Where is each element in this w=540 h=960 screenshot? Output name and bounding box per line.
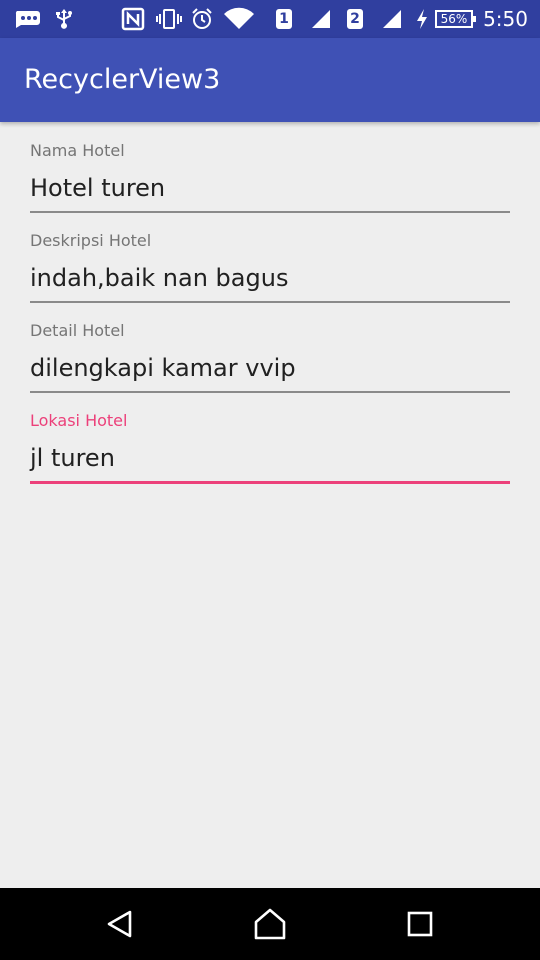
nama-hotel-field[interactable]: Nama Hotel Hotel turen	[30, 122, 510, 213]
status-time: 5:50	[483, 7, 528, 31]
wifi-icon	[222, 7, 256, 31]
lokasi-hotel-input[interactable]: jl turen	[30, 444, 510, 472]
home-icon[interactable]	[252, 906, 288, 942]
charging-bolt-icon	[414, 7, 430, 31]
deskripsi-hotel-label: Deskripsi Hotel	[30, 231, 152, 250]
sim2-label: 2	[347, 9, 363, 29]
detail-hotel-field[interactable]: Detail Hotel dilengkapi kamar vvip	[30, 302, 510, 393]
signal2-icon	[380, 7, 404, 31]
hotel-form: Nama Hotel Hotel turen Deskripsi Hotel i…	[30, 122, 510, 484]
battery-level: 56%	[435, 10, 476, 28]
recents-icon[interactable]	[402, 906, 438, 942]
sim1-label: 1	[276, 9, 292, 29]
deskripsi-hotel-input[interactable]: indah,baik nan bagus	[30, 264, 510, 292]
status-bar: 1 2 56% 5:50	[0, 0, 540, 38]
lokasi-hotel-field[interactable]: Lokasi Hotel jl turen	[30, 392, 510, 484]
lokasi-hotel-underline	[30, 481, 510, 484]
chat-notification-icon	[12, 7, 42, 31]
navigation-bar	[0, 888, 540, 960]
signal1-icon	[309, 7, 333, 31]
vibrate-icon	[155, 7, 183, 31]
deskripsi-hotel-field[interactable]: Deskripsi Hotel indah,baik nan bagus	[30, 212, 510, 303]
detail-hotel-label: Detail Hotel	[30, 321, 125, 340]
sim1-icon: 1	[275, 7, 293, 31]
back-icon[interactable]	[102, 906, 138, 942]
usb-icon	[52, 7, 76, 31]
nfc-icon	[120, 7, 146, 31]
alarm-icon	[190, 7, 214, 31]
detail-hotel-input[interactable]: dilengkapi kamar vvip	[30, 354, 510, 382]
nama-hotel-label: Nama Hotel	[30, 141, 125, 160]
lokasi-hotel-label: Lokasi Hotel	[30, 411, 128, 430]
nama-hotel-input[interactable]: Hotel turen	[30, 174, 510, 202]
app-bar: RecyclerView3	[0, 38, 540, 122]
sim2-icon: 2	[346, 7, 364, 31]
app-title: RecyclerView3	[24, 64, 221, 95]
